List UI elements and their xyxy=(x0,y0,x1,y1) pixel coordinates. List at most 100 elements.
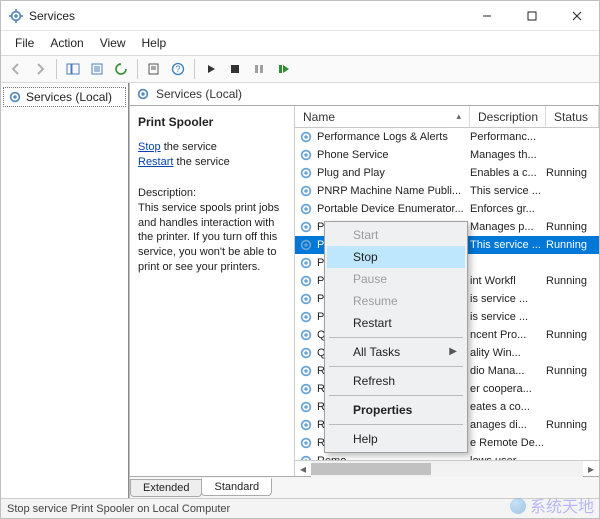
properties-button[interactable] xyxy=(143,58,165,80)
ctx-stop[interactable]: Stop xyxy=(327,246,465,268)
cell-description: Manages p... xyxy=(470,221,546,233)
submenu-arrow-icon: ▶ xyxy=(449,346,457,357)
cell-name: Portable Device Enumerator... xyxy=(295,202,470,216)
cell-description: Manages th... xyxy=(470,149,546,161)
restart-service-button[interactable] xyxy=(272,58,294,80)
status-text: Stop service Print Spooler on Local Comp… xyxy=(7,503,230,515)
scroll-track[interactable] xyxy=(311,461,583,477)
cell-description: er coopera... xyxy=(470,383,546,395)
cell-description: This service ... xyxy=(470,239,546,251)
menu-file[interactable]: File xyxy=(7,33,42,53)
menu-help[interactable]: Help xyxy=(134,33,175,53)
forward-button[interactable] xyxy=(29,58,51,80)
cell-description: int Workfl xyxy=(470,275,546,287)
show-hide-tree-button[interactable] xyxy=(62,58,84,80)
tab-extended[interactable]: Extended xyxy=(130,479,202,497)
minimize-button[interactable] xyxy=(464,1,509,30)
ctx-resume: Resume xyxy=(327,290,465,312)
ctx-sep xyxy=(329,395,463,396)
scroll-thumb[interactable] xyxy=(311,463,431,475)
col-status[interactable]: Status xyxy=(546,106,599,127)
stop-service-link-line: Stop the service xyxy=(138,140,284,155)
cell-status: Running xyxy=(546,275,599,287)
service-row[interactable]: Performance Logs & AlertsPerformanc... xyxy=(295,128,599,146)
cell-description: eates a co... xyxy=(470,401,546,413)
service-row[interactable]: Phone ServiceManages th... xyxy=(295,146,599,164)
stop-service-link[interactable]: Stop xyxy=(138,141,161,153)
nav-root-label: Services (Local) xyxy=(26,90,112,104)
tab-standard[interactable]: Standard xyxy=(201,478,272,496)
cell-name: PNRP Machine Name Publi... xyxy=(295,184,470,198)
toolbar-sep xyxy=(194,59,195,79)
menubar: File Action View Help xyxy=(1,31,599,56)
toolbar-sep xyxy=(56,59,57,79)
service-row[interactable]: PNRP Machine Name Publi...This service .… xyxy=(295,182,599,200)
stop-service-button[interactable] xyxy=(224,58,246,80)
cell-description: Performanc... xyxy=(470,131,546,143)
service-row[interactable]: Remolows user... xyxy=(295,452,599,460)
service-row[interactable]: Portable Device Enumerator...Enforces gr… xyxy=(295,200,599,218)
restart-service-link-line: Restart the service xyxy=(138,155,284,170)
stop-suffix: the service xyxy=(161,141,217,153)
cell-description: anages di... xyxy=(470,419,546,431)
menu-view[interactable]: View xyxy=(92,33,134,53)
ctx-sep xyxy=(329,366,463,367)
restart-service-link[interactable]: Restart xyxy=(138,156,173,168)
cell-description: Enforces gr... xyxy=(470,203,546,215)
cell-status: Running xyxy=(546,167,599,179)
cell-description: is service ... xyxy=(470,311,546,323)
maximize-button[interactable] xyxy=(509,1,554,30)
cell-name: Performance Logs & Alerts xyxy=(295,130,470,144)
horizontal-scrollbar[interactable]: ◂ ▸ xyxy=(295,460,599,476)
cell-description: is service ... xyxy=(470,293,546,305)
col-name[interactable]: Name xyxy=(295,106,470,127)
context-menu: Start Stop Pause Resume Restart All Task… xyxy=(324,221,468,453)
nav-root-services-local[interactable]: Services (Local) xyxy=(3,87,126,107)
column-headers: Name Description Status xyxy=(295,106,599,128)
panel-header: Services (Local) xyxy=(130,83,599,106)
cell-status: Running xyxy=(546,221,599,233)
app-icon xyxy=(9,9,23,23)
col-description[interactable]: Description xyxy=(470,106,546,127)
ctx-start: Start xyxy=(327,224,465,246)
description-text: This service spools print jobs and handl… xyxy=(138,201,284,275)
statusbar: Stop service Print Spooler on Local Comp… xyxy=(1,498,599,518)
toolbar: ? xyxy=(1,56,599,83)
ctx-restart[interactable]: Restart xyxy=(327,312,465,334)
cell-status: Running xyxy=(546,239,599,251)
cell-name: Phone Service xyxy=(295,148,470,162)
restart-suffix: the service xyxy=(173,156,229,168)
help-button[interactable]: ? xyxy=(167,58,189,80)
ctx-properties[interactable]: Properties xyxy=(327,399,465,421)
service-details-pane: Print Spooler Stop the service Restart t… xyxy=(130,106,295,476)
services-window: Services File Action View Help ? xyxy=(0,0,600,519)
cell-status: Running xyxy=(546,419,599,431)
window-title: Services xyxy=(29,9,75,23)
nav-pane: Services (Local) xyxy=(1,83,129,498)
ctx-sep xyxy=(329,424,463,425)
menu-action[interactable]: Action xyxy=(42,33,91,53)
cell-description: ncent Pro... xyxy=(470,329,546,341)
refresh-button[interactable] xyxy=(110,58,132,80)
cell-status: Running xyxy=(546,365,599,377)
ctx-all-tasks[interactable]: All Tasks▶ xyxy=(327,341,465,363)
cell-description: Enables a c... xyxy=(470,167,546,179)
scroll-right-button[interactable]: ▸ xyxy=(583,461,599,477)
service-row[interactable]: Plug and PlayEnables a c...Running xyxy=(295,164,599,182)
svg-text:?: ? xyxy=(175,64,180,74)
cell-description: This service ... xyxy=(470,185,546,197)
close-button[interactable] xyxy=(554,1,599,30)
body: Services (Local) Services (Local) Print … xyxy=(1,83,599,498)
description-label: Description: xyxy=(138,186,284,201)
cell-status: Running xyxy=(546,329,599,341)
export-list-button[interactable] xyxy=(86,58,108,80)
start-service-button[interactable] xyxy=(200,58,222,80)
ctx-help[interactable]: Help xyxy=(327,428,465,450)
ctx-refresh[interactable]: Refresh xyxy=(327,370,465,392)
panel-header-label: Services (Local) xyxy=(156,87,242,101)
back-button[interactable] xyxy=(5,58,27,80)
window-controls xyxy=(464,1,599,30)
titlebar-left: Services xyxy=(9,9,75,23)
pause-service-button[interactable] xyxy=(248,58,270,80)
scroll-left-button[interactable]: ◂ xyxy=(295,461,311,477)
